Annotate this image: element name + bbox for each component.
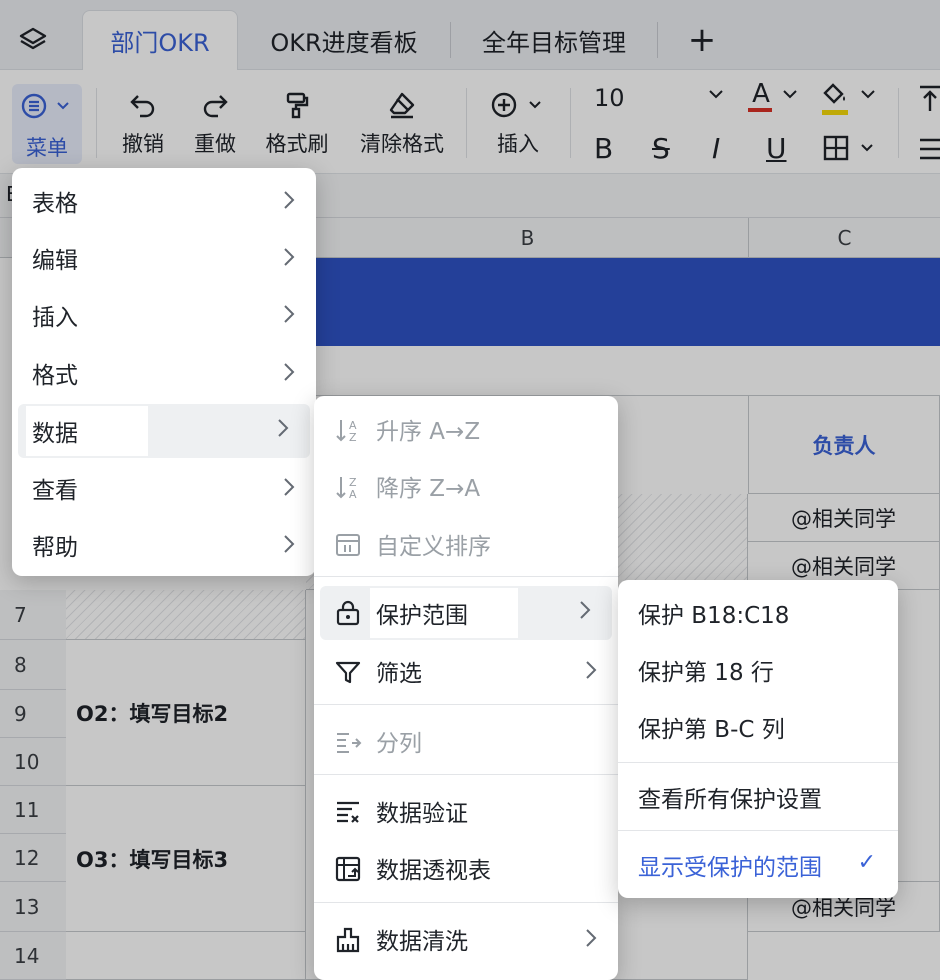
protect-row-item[interactable]: 保护第 18 行 <box>618 645 898 695</box>
menu-item-label: 格式 <box>32 363 78 389</box>
menu-item-insert[interactable]: 插入 <box>12 290 316 340</box>
chevron-right-icon <box>284 191 295 209</box>
show-protected-ranges-label: 显示受保护的范围 <box>638 855 822 881</box>
menu-divider <box>314 576 618 577</box>
menu-item-label: 编辑 <box>32 248 78 274</box>
sort-descending-icon: ZA <box>336 476 357 501</box>
svg-text:A: A <box>349 488 357 501</box>
menu-item-data[interactable]: 数据 <box>18 404 310 458</box>
custom-sort-icon <box>336 534 360 556</box>
menu-item-view[interactable]: 查看 <box>12 463 316 513</box>
filter-item[interactable]: 筛选 <box>314 646 618 696</box>
data-validation-icon <box>337 801 359 823</box>
menu-divider <box>314 704 618 705</box>
menu-divider <box>618 762 898 763</box>
menu-item-label: 数据 <box>26 406 148 456</box>
menu-item-format[interactable]: 格式 <box>12 348 316 398</box>
chevron-right-icon <box>580 601 591 619</box>
pivot-table-label: 数据透视表 <box>376 858 491 884</box>
data-cleaning-label: 数据清洗 <box>376 929 468 955</box>
sort-ascending-item[interactable]: AZ 升序 A→Z <box>314 404 618 454</box>
split-column-item[interactable]: 分列 <box>314 716 618 766</box>
data-submenu: AZ 升序 A→Z ZA 降序 Z→A 自定义排序 保护范围 筛选 分列 数据验… <box>314 396 618 980</box>
lock-icon <box>336 600 360 626</box>
menu-item-help[interactable]: 帮助 <box>12 520 316 570</box>
menu-item-label: 查看 <box>32 478 78 504</box>
menu-divider <box>314 902 618 903</box>
chevron-right-icon <box>284 535 295 553</box>
protect-submenu: 保护 B18:C18 保护第 18 行 保护第 B-C 列 查看所有保护设置 显… <box>618 580 898 898</box>
menu-item-label: 表格 <box>32 191 78 217</box>
custom-sort-item[interactable]: 自定义排序 <box>314 519 618 569</box>
svg-text:Z: Z <box>349 431 357 444</box>
sort-descending-item[interactable]: ZA 降序 Z→A <box>314 461 618 511</box>
split-column-icon <box>337 733 362 753</box>
data-cleaning-item[interactable]: 数据清洗 <box>314 914 618 964</box>
show-protected-ranges-item[interactable]: 显示受保护的范围 ✓ <box>626 842 890 888</box>
sort-ascending-label: 升序 A→Z <box>376 419 481 445</box>
menu-item-edit[interactable]: 编辑 <box>12 233 316 283</box>
chevron-right-icon <box>586 661 597 679</box>
custom-sort-label: 自定义排序 <box>376 534 491 560</box>
chevron-right-icon <box>586 929 597 947</box>
main-menu: 表格 编辑 插入 格式 数据 查看 帮助 <box>12 168 316 576</box>
sort-descending-label: 降序 Z→A <box>376 476 481 502</box>
menu-item-label: 插入 <box>32 305 78 331</box>
menu-item-table[interactable]: 表格 <box>12 176 316 226</box>
menu-divider <box>618 830 898 831</box>
sort-ascending-icon: AZ <box>336 419 357 444</box>
split-column-label: 分列 <box>376 731 422 757</box>
protect-range-item[interactable]: 保护范围 <box>320 586 612 640</box>
filter-icon <box>335 661 361 684</box>
menu-divider <box>314 774 618 775</box>
chevron-right-icon <box>284 478 295 496</box>
filter-label: 筛选 <box>376 661 422 687</box>
chevron-right-icon <box>284 363 295 381</box>
data-cleaning-icon <box>336 927 360 953</box>
chevron-right-icon <box>284 305 295 323</box>
check-icon: ✓ <box>857 850 876 875</box>
menu-item-label: 帮助 <box>32 535 78 561</box>
data-validation-label: 数据验证 <box>376 801 468 827</box>
protect-cells-item[interactable]: 保护 B18:C18 <box>618 588 898 638</box>
pivot-table-item[interactable]: 数据透视表 <box>314 843 618 893</box>
chevron-right-icon <box>278 419 289 437</box>
pivot-table-icon <box>335 856 361 882</box>
protect-columns-item[interactable]: 保护第 B-C 列 <box>618 702 898 752</box>
data-validation-item[interactable]: 数据验证 <box>314 786 618 836</box>
chevron-right-icon <box>284 248 295 266</box>
view-all-protection-item[interactable]: 查看所有保护设置 <box>618 772 898 822</box>
protect-range-label: 保护范围 <box>370 588 518 638</box>
